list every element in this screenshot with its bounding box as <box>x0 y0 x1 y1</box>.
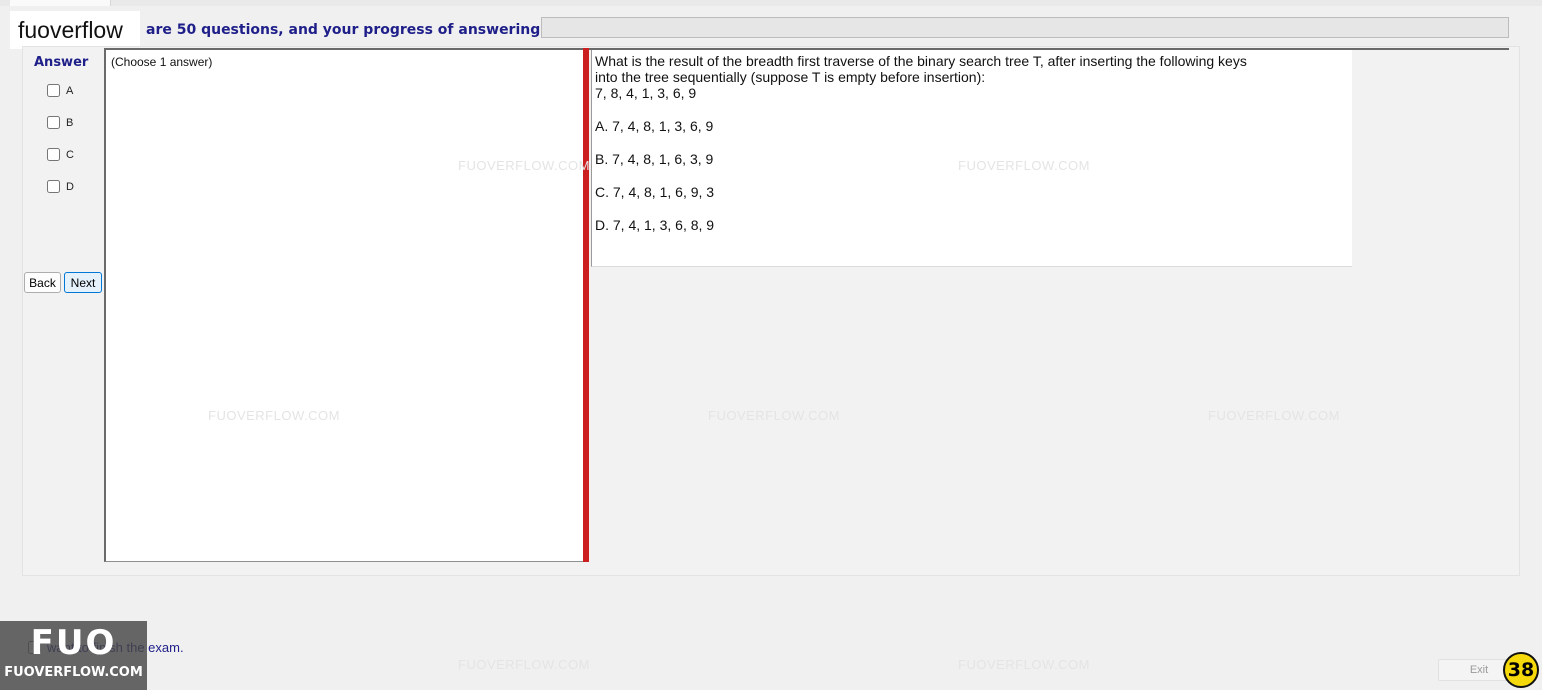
answer-checkbox-c[interactable] <box>47 148 60 161</box>
answer-option-label: D <box>66 180 74 193</box>
page-number-badge: 38 <box>1503 652 1539 688</box>
answer-checkbox-b[interactable] <box>47 116 60 129</box>
answer-option-d[interactable]: D <box>47 180 74 193</box>
answer-option-label: A <box>66 84 74 97</box>
answer-option-b[interactable]: B <box>47 116 73 129</box>
answer-option-c[interactable]: C <box>47 148 74 161</box>
answer-option-label: B <box>66 116 74 129</box>
watermark: FUOVERFLOW.COM <box>958 657 1090 672</box>
watermark: FUOVERFLOW.COM <box>708 408 840 423</box>
answer-title: Answer <box>34 55 89 70</box>
window-top-strip <box>0 0 1542 6</box>
question-line: What is the result of the breadth first … <box>595 53 1247 69</box>
tab-stub <box>10 0 111 6</box>
back-button[interactable]: Back <box>24 272 61 293</box>
watermark: FUOVERFLOW.COM <box>458 158 590 173</box>
answer-option-a[interactable]: A <box>47 84 73 97</box>
question-option-d: D. 7, 4, 1, 3, 6, 8, 9 <box>595 217 715 233</box>
watermark: FUOVERFLOW.COM <box>208 408 340 423</box>
logo-mark: FUO <box>30 623 117 663</box>
question-line: into the tree sequentially (suppose T is… <box>595 69 986 85</box>
answer-option-label: C <box>66 148 74 161</box>
watermark: FUOVERFLOW.COM <box>458 657 590 672</box>
brand-label: fuoverflow <box>10 11 140 49</box>
progress-bar <box>541 17 1509 38</box>
watermark: FUOVERFLOW.COM <box>958 158 1090 173</box>
watermark: FUOVERFLOW.COM <box>1208 408 1340 423</box>
choice-area <box>104 48 584 562</box>
next-button[interactable]: Next <box>64 272 102 293</box>
answer-checkbox-a[interactable] <box>47 84 60 97</box>
logo-site-name: FUOVERFLOW.COM <box>4 665 143 680</box>
question-option-a: A. 7, 4, 8, 1, 3, 6, 9 <box>595 118 714 134</box>
site-logo: FUO FUOVERFLOW.COM <box>0 621 147 690</box>
answer-checkbox-d[interactable] <box>47 180 60 193</box>
choose-note: (Choose 1 answer) <box>111 55 213 69</box>
question-keys: 7, 8, 4, 1, 3, 6, 9 <box>595 85 697 101</box>
question-option-c: C. 7, 4, 8, 1, 6, 9, 3 <box>595 184 715 200</box>
progress-text: are 50 questions, and your progress of a… <box>146 22 559 38</box>
